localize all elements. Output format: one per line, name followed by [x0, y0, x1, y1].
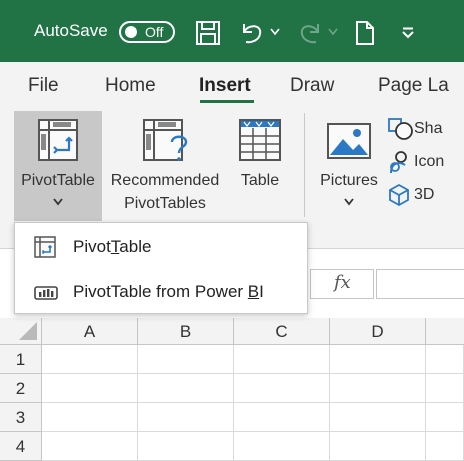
cell[interactable]	[138, 345, 234, 374]
pivottable-icon	[34, 236, 56, 258]
autosave-label: AutoSave	[34, 21, 108, 40]
cell[interactable]	[42, 403, 138, 432]
cell[interactable]	[426, 403, 464, 432]
worksheet-grid: A B C D 1 2 3 4	[0, 318, 464, 461]
autosave-state: Off	[145, 24, 164, 40]
redo-icon	[300, 24, 319, 44]
chevron-down-icon	[328, 28, 338, 36]
tab-file[interactable]: File	[28, 75, 59, 97]
column-header-e[interactable]	[426, 318, 464, 345]
chevron-down-icon[interactable]	[52, 198, 64, 206]
cell[interactable]	[330, 432, 426, 461]
menu-item-pivottable-label: PivotTable	[73, 237, 152, 256]
cell[interactable]	[234, 374, 330, 403]
tab-insert[interactable]: Insert	[199, 75, 251, 97]
fx-icon: fx	[334, 272, 351, 293]
3d-models-icon[interactable]	[387, 183, 411, 207]
chevron-down-icon[interactable]	[343, 198, 355, 206]
toggle-knob	[125, 26, 137, 38]
formula-input[interactable]	[376, 269, 464, 299]
cell[interactable]	[42, 374, 138, 403]
recommended-pivottables-icon[interactable]	[142, 118, 192, 164]
cell[interactable]	[42, 345, 138, 374]
row-header-3[interactable]: 3	[0, 403, 42, 432]
cell[interactable]	[138, 374, 234, 403]
cell[interactable]	[234, 432, 330, 461]
table-icon[interactable]	[238, 118, 282, 162]
column-header-c[interactable]: C	[234, 318, 330, 345]
pivottable-icon	[38, 119, 78, 161]
cell[interactable]	[42, 432, 138, 461]
tab-draw[interactable]: Draw	[290, 75, 334, 97]
icons-label[interactable]: Icon	[414, 153, 444, 171]
select-all-button[interactable]	[0, 318, 42, 345]
pivottable-label: PivotTable	[21, 172, 95, 189]
title-bar: AutoSave Off	[0, 0, 464, 62]
customize-toolbar-icon[interactable]	[401, 27, 415, 39]
column-header-a[interactable]: A	[42, 318, 138, 345]
ribbon-group-separator	[304, 113, 305, 217]
cell[interactable]	[138, 432, 234, 461]
shapes-icon[interactable]	[387, 117, 413, 141]
shapes-label[interactable]: Sha	[414, 120, 442, 138]
column-header-b[interactable]: B	[138, 318, 234, 345]
active-tab-indicator	[200, 100, 254, 103]
table-label[interactable]: Table	[232, 169, 288, 192]
pictures-icon[interactable]	[326, 122, 372, 160]
cell[interactable]	[330, 403, 426, 432]
row-header-1[interactable]: 1	[0, 345, 42, 374]
cell[interactable]	[426, 345, 464, 374]
row-header-4[interactable]: 4	[0, 432, 42, 461]
save-icon[interactable]	[195, 20, 221, 46]
cell[interactable]	[138, 403, 234, 432]
power-bi-icon	[34, 286, 58, 300]
cell[interactable]	[330, 374, 426, 403]
menu-item-power-bi-label: PivotTable from Power BI	[73, 282, 264, 301]
column-header-d[interactable]: D	[330, 318, 426, 345]
row-header-2[interactable]: 2	[0, 374, 42, 403]
icons-icon[interactable]	[387, 149, 411, 175]
cell[interactable]	[234, 345, 330, 374]
tab-home[interactable]: Home	[105, 75, 156, 97]
tab-page-layout[interactable]: Page La	[378, 75, 449, 97]
cell[interactable]	[426, 374, 464, 403]
recommended-pivottables-label-2[interactable]: PivotTables	[104, 192, 226, 215]
select-all-triangle-icon	[19, 322, 37, 340]
menu-item-pivottable-from-power-bi[interactable]: PivotTable from Power BI	[15, 270, 307, 314]
autosave-toggle[interactable]: Off	[119, 21, 175, 43]
chevron-down-icon[interactable]	[270, 28, 280, 36]
3d-models-label[interactable]: 3D	[414, 186, 434, 204]
undo-icon[interactable]	[238, 20, 266, 46]
pictures-label[interactable]: Pictures	[314, 169, 384, 192]
cell[interactable]	[234, 403, 330, 432]
recommended-pivottables-label-1[interactable]: Recommended	[104, 169, 226, 192]
cell[interactable]	[330, 345, 426, 374]
new-file-icon[interactable]	[354, 20, 376, 46]
pivottable-dropdown-menu: PivotTable PivotTable from Power BI	[14, 222, 308, 314]
cell[interactable]	[426, 432, 464, 461]
menu-item-pivottable[interactable]: PivotTable	[15, 225, 307, 269]
